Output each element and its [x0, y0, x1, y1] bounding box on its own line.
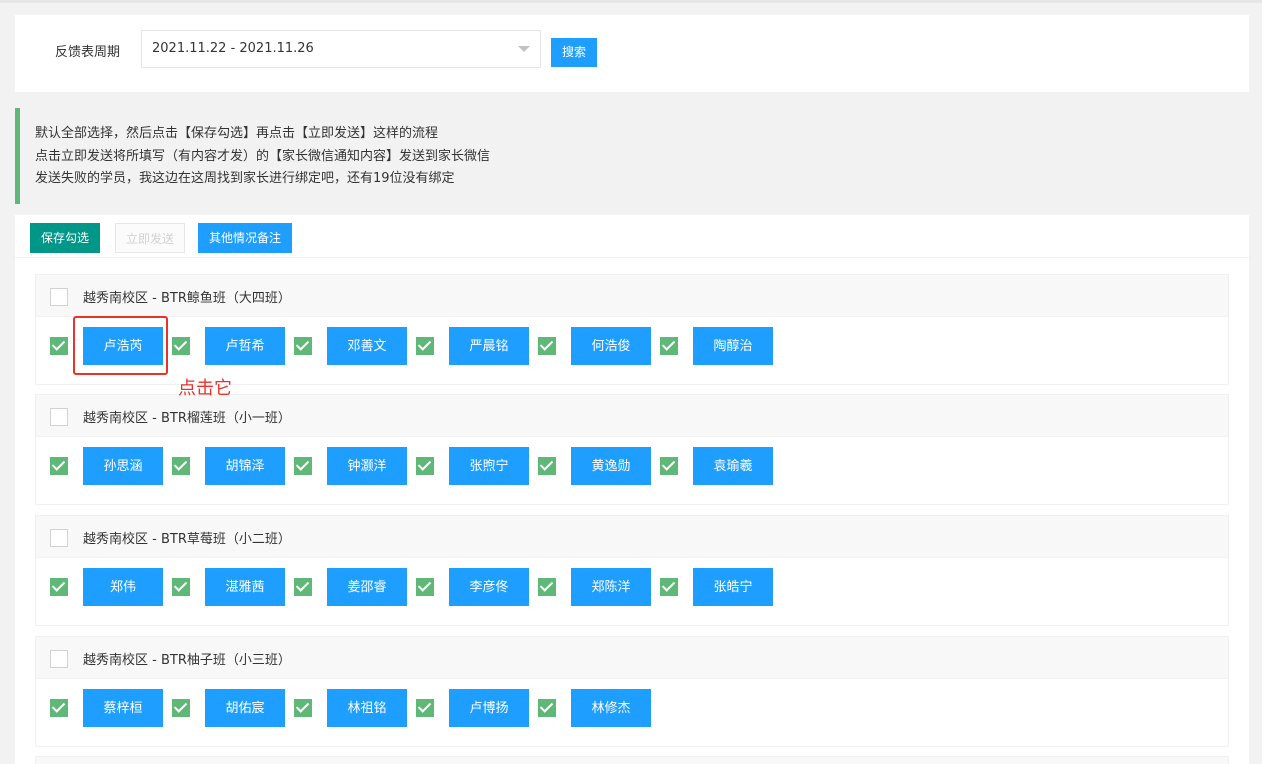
student-checkbox[interactable] — [294, 337, 312, 355]
student-button[interactable]: 张皓宁 — [693, 568, 773, 606]
student-list: 卢浩芮 卢哲希 邓善文 严晨铭 何浩俊 陶醇治 — [36, 327, 1228, 365]
student-button[interactable]: 邓善文 — [327, 327, 407, 365]
notice-line: 默认全部选择，然后点击【保存勾选】再点击【立即发送】这样的流程 — [35, 126, 439, 141]
student-button[interactable]: 蔡梓桓 — [83, 689, 163, 727]
student-panel: 保存勾选 立即发送 其他情况备注 越秀南校区 - BTR鲸鱼班（大四班） 卢浩芮… — [15, 215, 1249, 764]
student-checkbox[interactable] — [172, 457, 190, 475]
period-label: 反馈表周期 — [55, 45, 121, 60]
student-checkbox[interactable] — [50, 457, 68, 475]
student-list: 蔡梓桓 胡佑宸 林祖铭 卢博扬 林修杰 — [36, 689, 1228, 727]
class-title: 越秀南校区 - BTR鲸鱼班（大四班） — [83, 291, 291, 306]
student-button[interactable]: 黄逸勋 — [571, 447, 651, 485]
student-checkbox[interactable] — [538, 578, 556, 596]
class-group: 越秀南校区 - BTR鲸鱼班（大四班） 卢浩芮 卢哲希 邓善文 严晨铭 何浩俊 … — [35, 274, 1229, 385]
student-checkbox[interactable] — [660, 337, 678, 355]
student-button[interactable]: 胡佑宸 — [205, 689, 285, 727]
student-list: 郑伟 湛雅茜 姜邵睿 李彦佟 郑陈洋 张皓宁 — [36, 568, 1228, 606]
student-checkbox[interactable] — [294, 457, 312, 475]
student-checkbox[interactable] — [538, 457, 556, 475]
class-group: 越秀南校区 - BTR草莓班（小二班） 郑伟 湛雅茜 姜邵睿 李彦佟 郑陈洋 张… — [35, 515, 1229, 626]
student-button[interactable]: 林祖铭 — [327, 689, 407, 727]
send-now-button[interactable]: 立即发送 — [115, 223, 185, 253]
student-button[interactable]: 郑陈洋 — [571, 568, 651, 606]
student-button[interactable]: 袁瑜羲 — [693, 447, 773, 485]
student-button[interactable]: 严晨铭 — [449, 327, 529, 365]
class-group: 越秀南校区 - BTR柚子班（小三班） 蔡梓桓 胡佑宸 林祖铭 卢博扬 林修杰 — [35, 636, 1229, 747]
student-checkbox[interactable] — [294, 699, 312, 717]
student-checkbox[interactable] — [294, 578, 312, 596]
student-button[interactable]: 陶醇治 — [693, 327, 773, 365]
student-list: 孙思涵 胡锦泽 钟灏洋 张煦宁 黄逸勋 袁瑜羲 — [36, 447, 1228, 485]
student-button[interactable]: 钟灏洋 — [327, 447, 407, 485]
class-group-header: 越秀南校区 - BTR鲸鱼班（大四班） — [36, 275, 1228, 317]
student-checkbox[interactable] — [416, 578, 434, 596]
student-button[interactable]: 卢博扬 — [449, 689, 529, 727]
class-group-header: 越秀南校区 - BTR柚子班（小三班） — [36, 637, 1228, 679]
annotation-text: 点击它 — [178, 378, 232, 399]
class-select-checkbox[interactable] — [50, 529, 68, 547]
filter-card: 反馈表周期 2021.11.22 - 2021.11.26 搜索 — [15, 15, 1249, 92]
student-button[interactable]: 孙思涵 — [83, 447, 163, 485]
student-button[interactable]: 湛雅茜 — [205, 568, 285, 606]
student-checkbox[interactable] — [50, 337, 68, 355]
class-select-checkbox[interactable] — [50, 408, 68, 426]
period-select[interactable]: 2021.11.22 - 2021.11.26 — [141, 30, 541, 68]
class-group-header: 越秀南校区 - BTR草莓班（小二班） — [36, 516, 1228, 558]
class-group: 越秀南校区 - BTR榴莲班（小一班） 孙思涵 胡锦泽 钟灏洋 张煦宁 黄逸勋 … — [35, 394, 1229, 505]
student-button[interactable]: 胡锦泽 — [205, 447, 285, 485]
divider — [15, 257, 1249, 258]
student-checkbox[interactable] — [538, 699, 556, 717]
other-notes-button[interactable]: 其他情况备注 — [198, 223, 292, 253]
student-checkbox[interactable] — [172, 337, 190, 355]
notice-line: 点击立即发送将所填写（有内容才发）的【家长微信通知内容】发送到家长微信 — [35, 148, 491, 164]
chevron-down-icon — [518, 46, 530, 52]
student-button[interactable]: 姜邵睿 — [327, 568, 407, 606]
class-title: 越秀南校区 - BTR草莓班（小二班） — [83, 532, 291, 547]
save-selection-button[interactable]: 保存勾选 — [30, 223, 100, 253]
student-button[interactable]: 李彦佟 — [449, 568, 529, 606]
class-select-checkbox[interactable] — [50, 288, 68, 306]
student-button[interactable]: 张煦宁 — [449, 447, 529, 485]
notice-box: 默认全部选择，然后点击【保存勾选】再点击【立即发送】这样的流程 点击立即发送将所… — [15, 108, 1249, 204]
highlight-annotation-box — [73, 316, 168, 375]
class-select-checkbox[interactable] — [50, 650, 68, 668]
student-button[interactable]: 卢哲希 — [205, 327, 285, 365]
student-checkbox[interactable] — [538, 337, 556, 355]
student-checkbox[interactable] — [660, 578, 678, 596]
student-checkbox[interactable] — [172, 578, 190, 596]
student-button[interactable]: 林修杰 — [571, 689, 651, 727]
top-border — [0, 0, 1262, 3]
search-button[interactable]: 搜索 — [551, 38, 597, 67]
student-checkbox[interactable] — [660, 457, 678, 475]
student-checkbox[interactable] — [416, 337, 434, 355]
student-checkbox[interactable] — [416, 699, 434, 717]
class-group — [35, 756, 1229, 764]
student-checkbox[interactable] — [50, 699, 68, 717]
class-group-header: 越秀南校区 - BTR榴莲班（小一班） — [36, 395, 1228, 437]
class-title: 越秀南校区 - BTR榴莲班（小一班） — [83, 411, 291, 426]
class-title: 越秀南校区 - BTR柚子班（小三班） — [83, 653, 291, 668]
class-group-header — [36, 757, 1228, 764]
student-checkbox[interactable] — [50, 578, 68, 596]
student-checkbox[interactable] — [172, 699, 190, 717]
period-select-value: 2021.11.22 - 2021.11.26 — [152, 41, 314, 56]
notice-line: 发送失败的学员，我这边在这周找到家长进行绑定吧，还有19位没有绑定 — [35, 171, 455, 186]
student-button[interactable]: 何浩俊 — [571, 327, 651, 365]
student-button[interactable]: 郑伟 — [83, 568, 163, 606]
student-checkbox[interactable] — [416, 457, 434, 475]
